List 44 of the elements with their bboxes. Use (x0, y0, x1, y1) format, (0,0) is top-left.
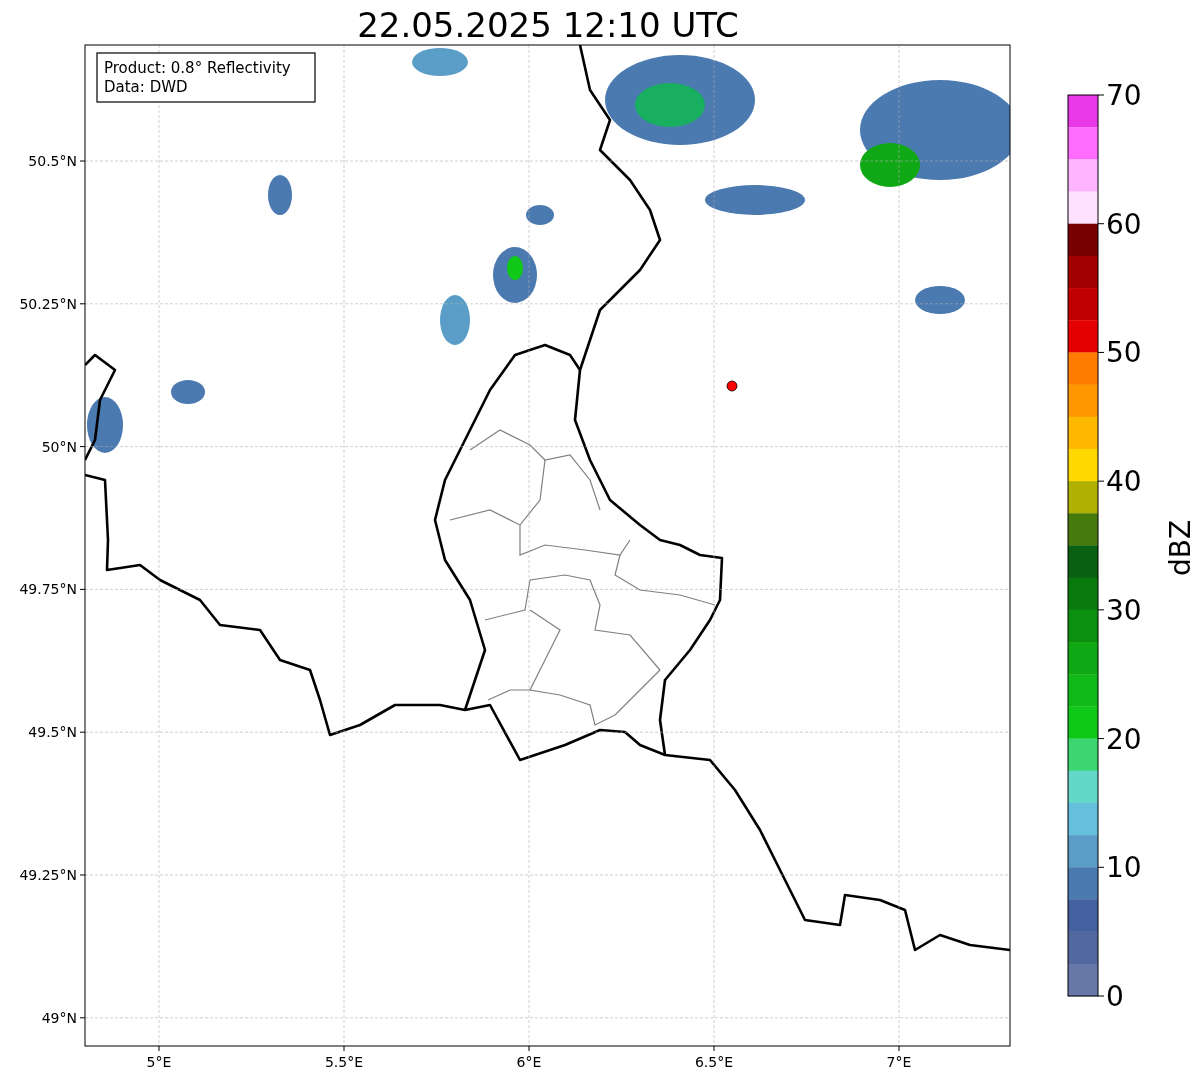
x-tick-label: 6°E (516, 1054, 542, 1070)
axis-tick (79, 874, 86, 876)
x-tick-label: 7°E (886, 1054, 912, 1070)
colorbar-label: dBZ (1164, 519, 1197, 577)
y-tick-label: 49°N (41, 1009, 77, 1026)
x-tick-label: 6.5°E (694, 1054, 734, 1070)
legend-text: Data: DWD (104, 78, 188, 96)
colorbar-tick-label: 50 (1106, 336, 1142, 370)
axis-tick (1097, 223, 1105, 225)
y-tick-label: 50.25°N (19, 295, 77, 312)
x-tick-label: 5.5°E (324, 1054, 364, 1070)
y-tick-label: 50°N (41, 438, 77, 455)
map-title: 22.05.2025 12:10 UTC (357, 5, 739, 45)
colorbar-tick-label: 40 (1106, 465, 1142, 499)
axis-tick (79, 446, 86, 448)
axis-tick (1097, 94, 1105, 96)
axis-tick (79, 1017, 86, 1019)
axis-tick (528, 1045, 530, 1052)
colorbar-tick-label: 0 (1106, 980, 1124, 1013)
colorbar-tick-label: 60 (1106, 207, 1142, 241)
x-tick-label: 5°E (146, 1054, 172, 1070)
colorbar-tick-label: 30 (1106, 593, 1142, 627)
axis-tick (79, 303, 86, 305)
axis-tick (1097, 995, 1105, 997)
colorbar-tick-label: 70 (1106, 79, 1142, 112)
legend-text: Product: 0.8° Reflectivity (104, 59, 291, 77)
axis-tick (1097, 480, 1105, 482)
axis-tick (158, 1045, 160, 1052)
axis-tick (343, 1045, 345, 1052)
axis-tick (713, 1045, 715, 1052)
axis-tick (1097, 738, 1105, 740)
axis-tick (898, 1045, 900, 1052)
axis-tick (1097, 609, 1105, 611)
axis-tick (79, 588, 86, 590)
axis-tick (79, 160, 86, 162)
y-tick-label: 49.5°N (28, 724, 77, 741)
axis-tick (79, 731, 86, 733)
colorbar-tick-label: 10 (1106, 851, 1142, 885)
y-tick-label: 49.75°N (19, 581, 77, 598)
y-tick-label: 49.25°N (19, 867, 77, 883)
axis-tick (1097, 351, 1105, 353)
y-tick-label: 50.5°N (28, 153, 77, 169)
colorbar-tick-label: 20 (1106, 722, 1142, 756)
axis-tick (1097, 866, 1105, 868)
